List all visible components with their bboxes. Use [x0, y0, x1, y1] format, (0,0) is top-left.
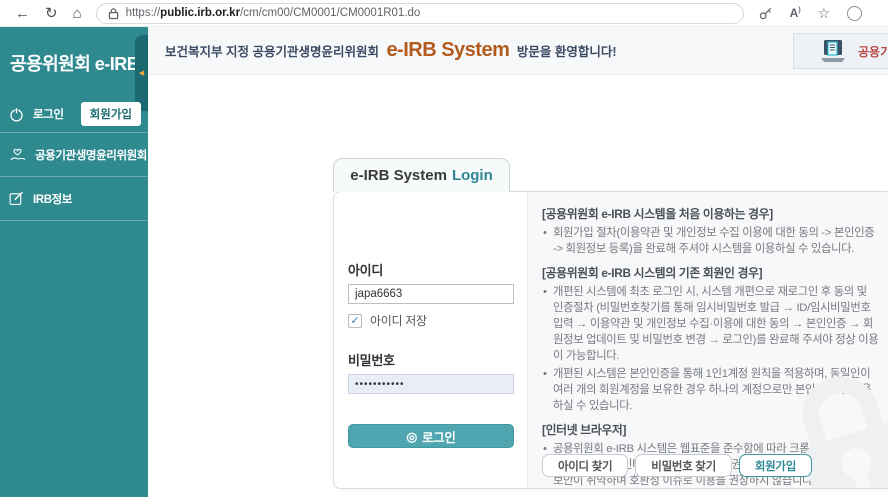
login-target-icon: ◎	[406, 429, 417, 444]
login-button[interactable]: ◎ 로그인	[348, 424, 514, 448]
sidebar-item-committee[interactable]: 공용기관생명윤리위원회	[0, 133, 148, 177]
find-password-button[interactable]: 비밀번호 찾기	[635, 454, 732, 477]
corner-button-label: 공용기	[858, 43, 888, 60]
password-label: 비밀번호	[348, 350, 514, 369]
collapse-arrow-icon: ◀	[139, 69, 144, 77]
notice-header: [공용위원회 e-IRB 시스템을 처음 이용하는 경우]	[542, 205, 879, 222]
checkbox-checked-icon[interactable]: ✓	[348, 314, 362, 328]
lock-icon	[108, 7, 119, 20]
browser-profile-icon[interactable]	[847, 6, 862, 21]
sidebar-item-irb-info[interactable]: IRB정보	[0, 177, 148, 221]
login-tab: e-IRB System Login	[333, 158, 510, 192]
power-icon	[8, 106, 25, 123]
find-id-button[interactable]: 아이디 찾기	[542, 454, 628, 477]
save-id-label: 아이디 저장	[370, 312, 427, 329]
corner-quick-link-button[interactable]: 공용기	[793, 33, 888, 69]
sidebar-signup-button[interactable]: 회원가입	[81, 102, 141, 126]
id-input[interactable]	[348, 284, 514, 304]
welcome-text: 보건복지부 지정 공용기관생명윤리위원회 e-IRB System 방문을 환영…	[165, 39, 617, 62]
notice-bullet: 개편된 시스템에 최초 로그인 시, 시스템 개편으로 재로그인 후 동의 및 …	[542, 284, 879, 364]
sidebar-item-login[interactable]: 로그인 회원가입	[0, 96, 148, 133]
refresh-icon[interactable]: ↻	[45, 6, 58, 21]
read-aloud-icon[interactable]: A)	[790, 6, 801, 20]
welcome-header: 보건복지부 지정 공용기관생명윤리위원회 e-IRB System 방문을 환영…	[148, 27, 888, 75]
password-key-icon[interactable]	[758, 6, 773, 21]
account-helper-buttons: 아이디 찾기 비밀번호 찾기 회원가입	[542, 454, 812, 477]
home-icon[interactable]: ⌂	[73, 6, 82, 21]
sidebar-irb-info-label: IRB정보	[33, 191, 72, 207]
url-text: https://public.irb.or.kr/cm/cm00/CM0001/…	[126, 7, 421, 19]
sidebar: 공용위원회 e-IRB ◀ 로그인 회원가입 공용기관생명윤리위원회 IRB정보	[0, 27, 148, 497]
save-id-checkbox-row[interactable]: ✓ 아이디 저장	[348, 312, 514, 329]
sidebar-title: 공용위원회 e-IRB	[0, 27, 148, 96]
signup-button[interactable]: 회원가입	[739, 454, 812, 477]
sidebar-login-label: 로그인	[33, 106, 64, 122]
notice-header: [공용위원회 e-IRB 시스템의 기존 회원인 경우]	[542, 264, 879, 281]
sidebar-committee-label: 공용기관생명윤리위원회	[35, 147, 147, 163]
address-bar[interactable]: https://public.irb.or.kr/cm/cm00/CM0001/…	[96, 3, 744, 24]
browser-toolbar: ← ↻ ⌂ https://public.irb.or.kr/cm/cm00/C…	[0, 0, 888, 27]
login-tab-title: e-IRB System	[350, 167, 447, 184]
favorite-star-icon[interactable]: ☆	[818, 5, 831, 22]
hand-heart-icon	[8, 146, 27, 164]
brand-text: e-IRB System	[382, 39, 513, 61]
laptop-document-icon	[818, 39, 848, 64]
password-input[interactable]	[348, 374, 514, 394]
edit-pencil-icon	[8, 190, 25, 207]
login-panel: 아이디 ✓ 아이디 저장 비밀번호 ◎ 로그인 [공용위원회 e-IRB 시스템…	[333, 191, 888, 489]
login-tab-accent: Login	[452, 167, 493, 184]
notice-bullet: 회원가입 절차(이용약관 및 개인정보 수집 이용에 대한 동의 -> 본인인증…	[542, 225, 879, 257]
login-form: 아이디 ✓ 아이디 저장 비밀번호 ◎ 로그인	[334, 192, 527, 488]
id-label: 아이디	[348, 260, 514, 279]
login-notice: [공용위원회 e-IRB 시스템을 처음 이용하는 경우] 회원가입 절차(이용…	[527, 192, 888, 488]
back-icon[interactable]: ←	[15, 6, 30, 21]
